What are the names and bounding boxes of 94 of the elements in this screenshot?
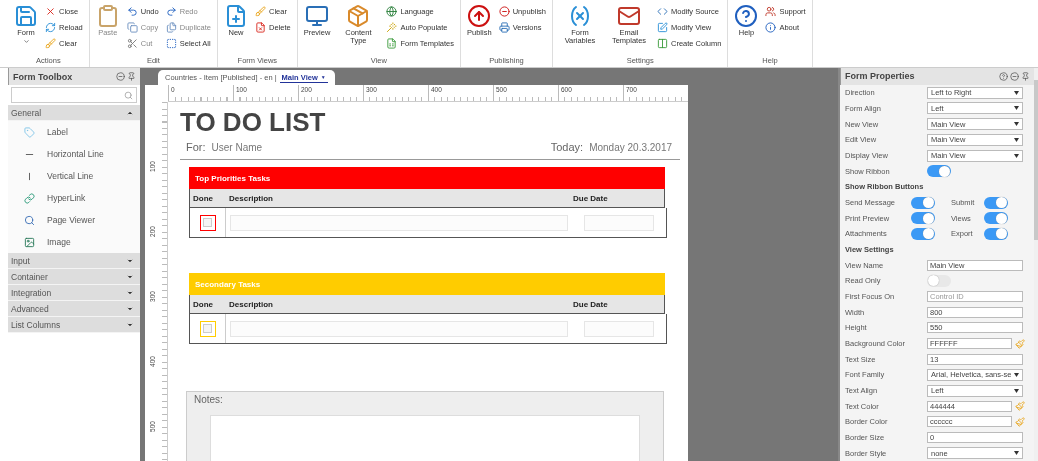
- toolbox-item[interactable]: Horizontal Line: [8, 143, 140, 165]
- toolbox-item[interactable]: Label: [8, 121, 140, 143]
- checkbox[interactable]: [199, 214, 216, 231]
- notes-label: Notes:: [194, 394, 224, 405]
- field-label: Today:: [550, 141, 584, 153]
- scissors-icon: [126, 37, 138, 49]
- delete-icon: [255, 21, 266, 33]
- caret-icon: [22, 37, 30, 45]
- arrow-up-icon: [467, 4, 492, 28]
- form-title: TO DO LIST: [180, 107, 327, 137]
- toolbox-item[interactable]: HyperLink: [8, 187, 140, 209]
- file-plus-icon: [224, 4, 248, 28]
- panel-title: Form Toolbox: [13, 71, 73, 82]
- date-field[interactable]: [584, 320, 654, 337]
- caret-icon: [1014, 451, 1019, 456]
- column-header: Due Date: [572, 299, 609, 309]
- accordion-header[interactable]: Container: [8, 269, 140, 285]
- description-field[interactable]: [230, 214, 568, 231]
- image-icon: [24, 236, 35, 248]
- column-header: Done: [192, 299, 214, 309]
- mail-icon: [617, 4, 641, 28]
- accordion-header[interactable]: Input: [8, 253, 140, 269]
- caret-icon: [1014, 122, 1019, 127]
- caret-icon: [1014, 106, 1019, 111]
- collapse-icon[interactable]: [116, 72, 125, 81]
- help-icon: [734, 4, 759, 28]
- notes-field[interactable]: [210, 415, 640, 461]
- field-label: For:: [186, 141, 206, 153]
- toggle-switch[interactable]: [984, 196, 1008, 209]
- toggle-switch[interactable]: [911, 196, 935, 209]
- field-value: User Name: [211, 142, 263, 153]
- toggle-switch[interactable]: [984, 212, 1008, 225]
- brush-icon: [45, 37, 56, 49]
- variable-icon: [568, 4, 592, 28]
- accordion-header[interactable]: Advanced: [8, 301, 140, 317]
- toggle-switch[interactable]: [911, 227, 935, 240]
- edit-icon: [657, 21, 668, 33]
- accordion-header[interactable]: Integration: [8, 285, 140, 301]
- description-field[interactable]: [230, 320, 568, 337]
- copy-icon: [126, 21, 138, 33]
- panel-title: Form Properties: [845, 71, 915, 82]
- globe-icon: [386, 5, 398, 17]
- column-header: Due Date: [572, 193, 609, 203]
- info-icon: [765, 21, 777, 33]
- color-picker-icon[interactable]: [1015, 401, 1025, 412]
- search-field[interactable]: [11, 87, 137, 103]
- redo-icon: [165, 5, 177, 17]
- caret-icon: [1014, 388, 1019, 393]
- search-icon: [124, 90, 133, 100]
- color-picker-icon[interactable]: [1015, 338, 1025, 349]
- undo-icon: [126, 5, 138, 17]
- close-icon: [45, 5, 56, 17]
- field-value: Monday 20.3.2017: [589, 142, 672, 153]
- pin-icon[interactable]: [1021, 72, 1030, 81]
- date-field[interactable]: [584, 214, 654, 231]
- toggle-switch[interactable]: [984, 227, 1008, 240]
- select-all-icon: [165, 37, 177, 49]
- link-icon: [24, 192, 35, 204]
- toolbox-item[interactable]: Page Viewer: [8, 209, 140, 231]
- accordion-header[interactable]: General: [8, 105, 140, 121]
- toolbox-item[interactable]: Vertical Line: [8, 165, 140, 187]
- caret-icon: [1014, 90, 1019, 95]
- package-icon: [346, 4, 371, 28]
- users-icon: [765, 5, 777, 17]
- tag-icon: [24, 126, 35, 138]
- refresh-icon: [45, 21, 56, 33]
- pin-icon[interactable]: [127, 72, 136, 81]
- caret-icon: [1014, 372, 1019, 377]
- columns-icon: [657, 37, 668, 49]
- printer-icon: [498, 21, 510, 33]
- help-icon[interactable]: [999, 72, 1008, 81]
- minus-circle-icon: [498, 5, 510, 17]
- caret-icon: [1014, 137, 1019, 142]
- column-header: Description: [228, 193, 274, 203]
- column-header: Done: [192, 193, 214, 203]
- monitor-icon: [305, 4, 330, 28]
- wand-icon: [386, 21, 398, 33]
- accordion-header[interactable]: List Columns: [8, 317, 140, 333]
- collapse-icon[interactable]: [1010, 72, 1019, 81]
- brush-icon: [255, 5, 266, 17]
- section-header: Secondary Tasks: [189, 273, 665, 295]
- color-picker-icon[interactable]: [1015, 416, 1025, 427]
- toggle-switch[interactable]: [927, 274, 951, 287]
- section-header: Top Priorities Tasks: [189, 167, 665, 189]
- toggle-switch[interactable]: [927, 165, 951, 178]
- code-icon: [657, 5, 668, 17]
- column-header: Description: [228, 299, 274, 309]
- files-icon: [165, 21, 177, 33]
- toolbox-item[interactable]: Image: [8, 231, 140, 253]
- caret-icon: [1014, 153, 1019, 158]
- spreadsheet-icon: [386, 37, 398, 49]
- toggle-switch[interactable]: [911, 212, 935, 225]
- save-icon: [14, 4, 38, 28]
- magnifier-icon: [24, 214, 35, 226]
